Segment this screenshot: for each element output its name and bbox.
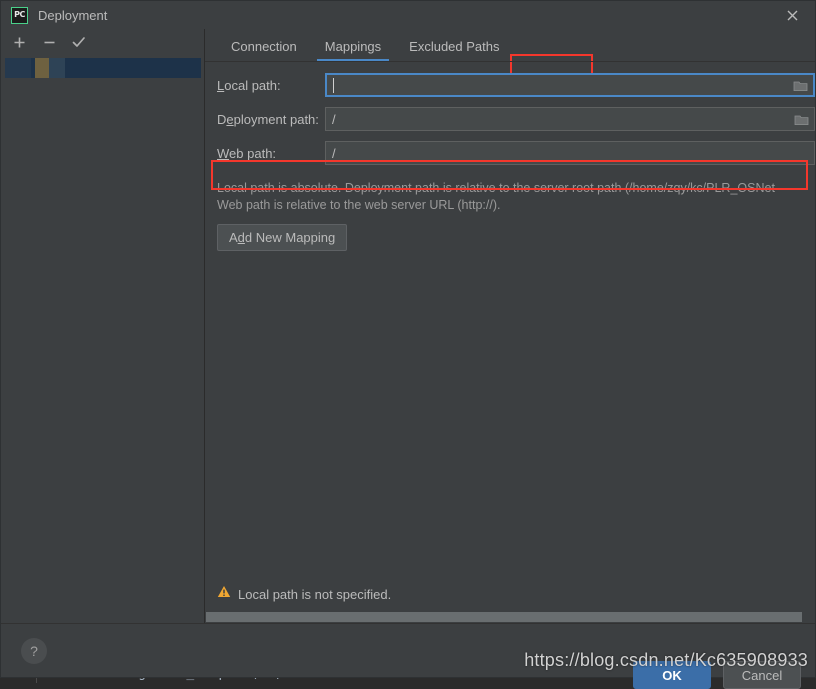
- dialog-title: Deployment: [38, 8, 107, 23]
- minus-icon[interactable]: [41, 34, 57, 50]
- web-path-row: Web path: /: [217, 140, 815, 166]
- dialog-titlebar: PC Deployment: [1, 1, 815, 29]
- add-mapping-wrapper: Add New Mapping: [205, 214, 815, 251]
- web-path-label: Web path:: [217, 146, 325, 161]
- horizontal-scrollbar-thumb[interactable]: [206, 612, 802, 622]
- local-path-label: Local path:: [217, 78, 325, 93]
- list-item[interactable]: [5, 58, 201, 78]
- deployment-path-browse-icon[interactable]: [792, 111, 810, 127]
- web-path-input[interactable]: /: [325, 141, 815, 165]
- description-line-1: Local path is absolute. Deployment path …: [217, 180, 815, 197]
- server-list[interactable]: [1, 55, 204, 623]
- deployment-path-value: /: [332, 112, 336, 127]
- help-button[interactable]: ?: [21, 638, 47, 664]
- horizontal-scrollbar[interactable]: [205, 611, 815, 623]
- validation-warning: Local path is not specified.: [205, 585, 815, 611]
- tab-connection[interactable]: Connection: [217, 35, 311, 61]
- close-icon[interactable]: [769, 1, 815, 29]
- tab-mappings[interactable]: Mappings: [311, 35, 395, 61]
- settings-tabs: Connection Mappings Excluded Paths: [205, 29, 815, 61]
- mappings-content: Local path: Dep: [205, 61, 815, 623]
- deployment-dialog: PC Deployment: [0, 0, 816, 678]
- local-path-input[interactable]: [325, 73, 815, 97]
- cancel-button[interactable]: Cancel: [723, 661, 801, 689]
- server-list-toolbar: [1, 29, 204, 55]
- add-new-mapping-button[interactable]: Add New Mapping: [217, 224, 347, 251]
- description-line-2: Web path is relative to the web server U…: [217, 197, 815, 214]
- dialog-footer: ? OK Cancel: [1, 623, 815, 677]
- check-icon[interactable]: [71, 34, 87, 50]
- ok-button[interactable]: OK: [633, 661, 711, 689]
- dialog-body: Connection Mappings Excluded Paths Local…: [1, 29, 815, 623]
- tab-excluded-paths[interactable]: Excluded Paths: [395, 35, 513, 61]
- dialog-action-buttons: OK Cancel: [633, 661, 801, 689]
- web-path-value: /: [332, 146, 336, 161]
- mappings-form: Local path: Dep: [205, 62, 815, 174]
- text-caret: [333, 78, 334, 93]
- mappings-description: Local path is absolute. Deployment path …: [205, 174, 815, 214]
- content-spacer: [205, 251, 815, 585]
- local-path-row: Local path:: [217, 72, 815, 98]
- warning-triangle-icon: [217, 585, 231, 603]
- deployment-path-row: Deployment path: /: [217, 106, 815, 132]
- deployment-path-label: Deployment path:: [217, 112, 325, 127]
- warning-message: Local path is not specified.: [238, 587, 391, 602]
- local-path-browse-icon[interactable]: [791, 77, 809, 93]
- server-list-panel: [1, 29, 205, 623]
- deployment-path-input[interactable]: /: [325, 107, 815, 131]
- settings-panel: Connection Mappings Excluded Paths Local…: [205, 29, 815, 623]
- plus-icon[interactable]: [11, 34, 27, 50]
- pycharm-logo-icon: PC: [11, 7, 28, 24]
